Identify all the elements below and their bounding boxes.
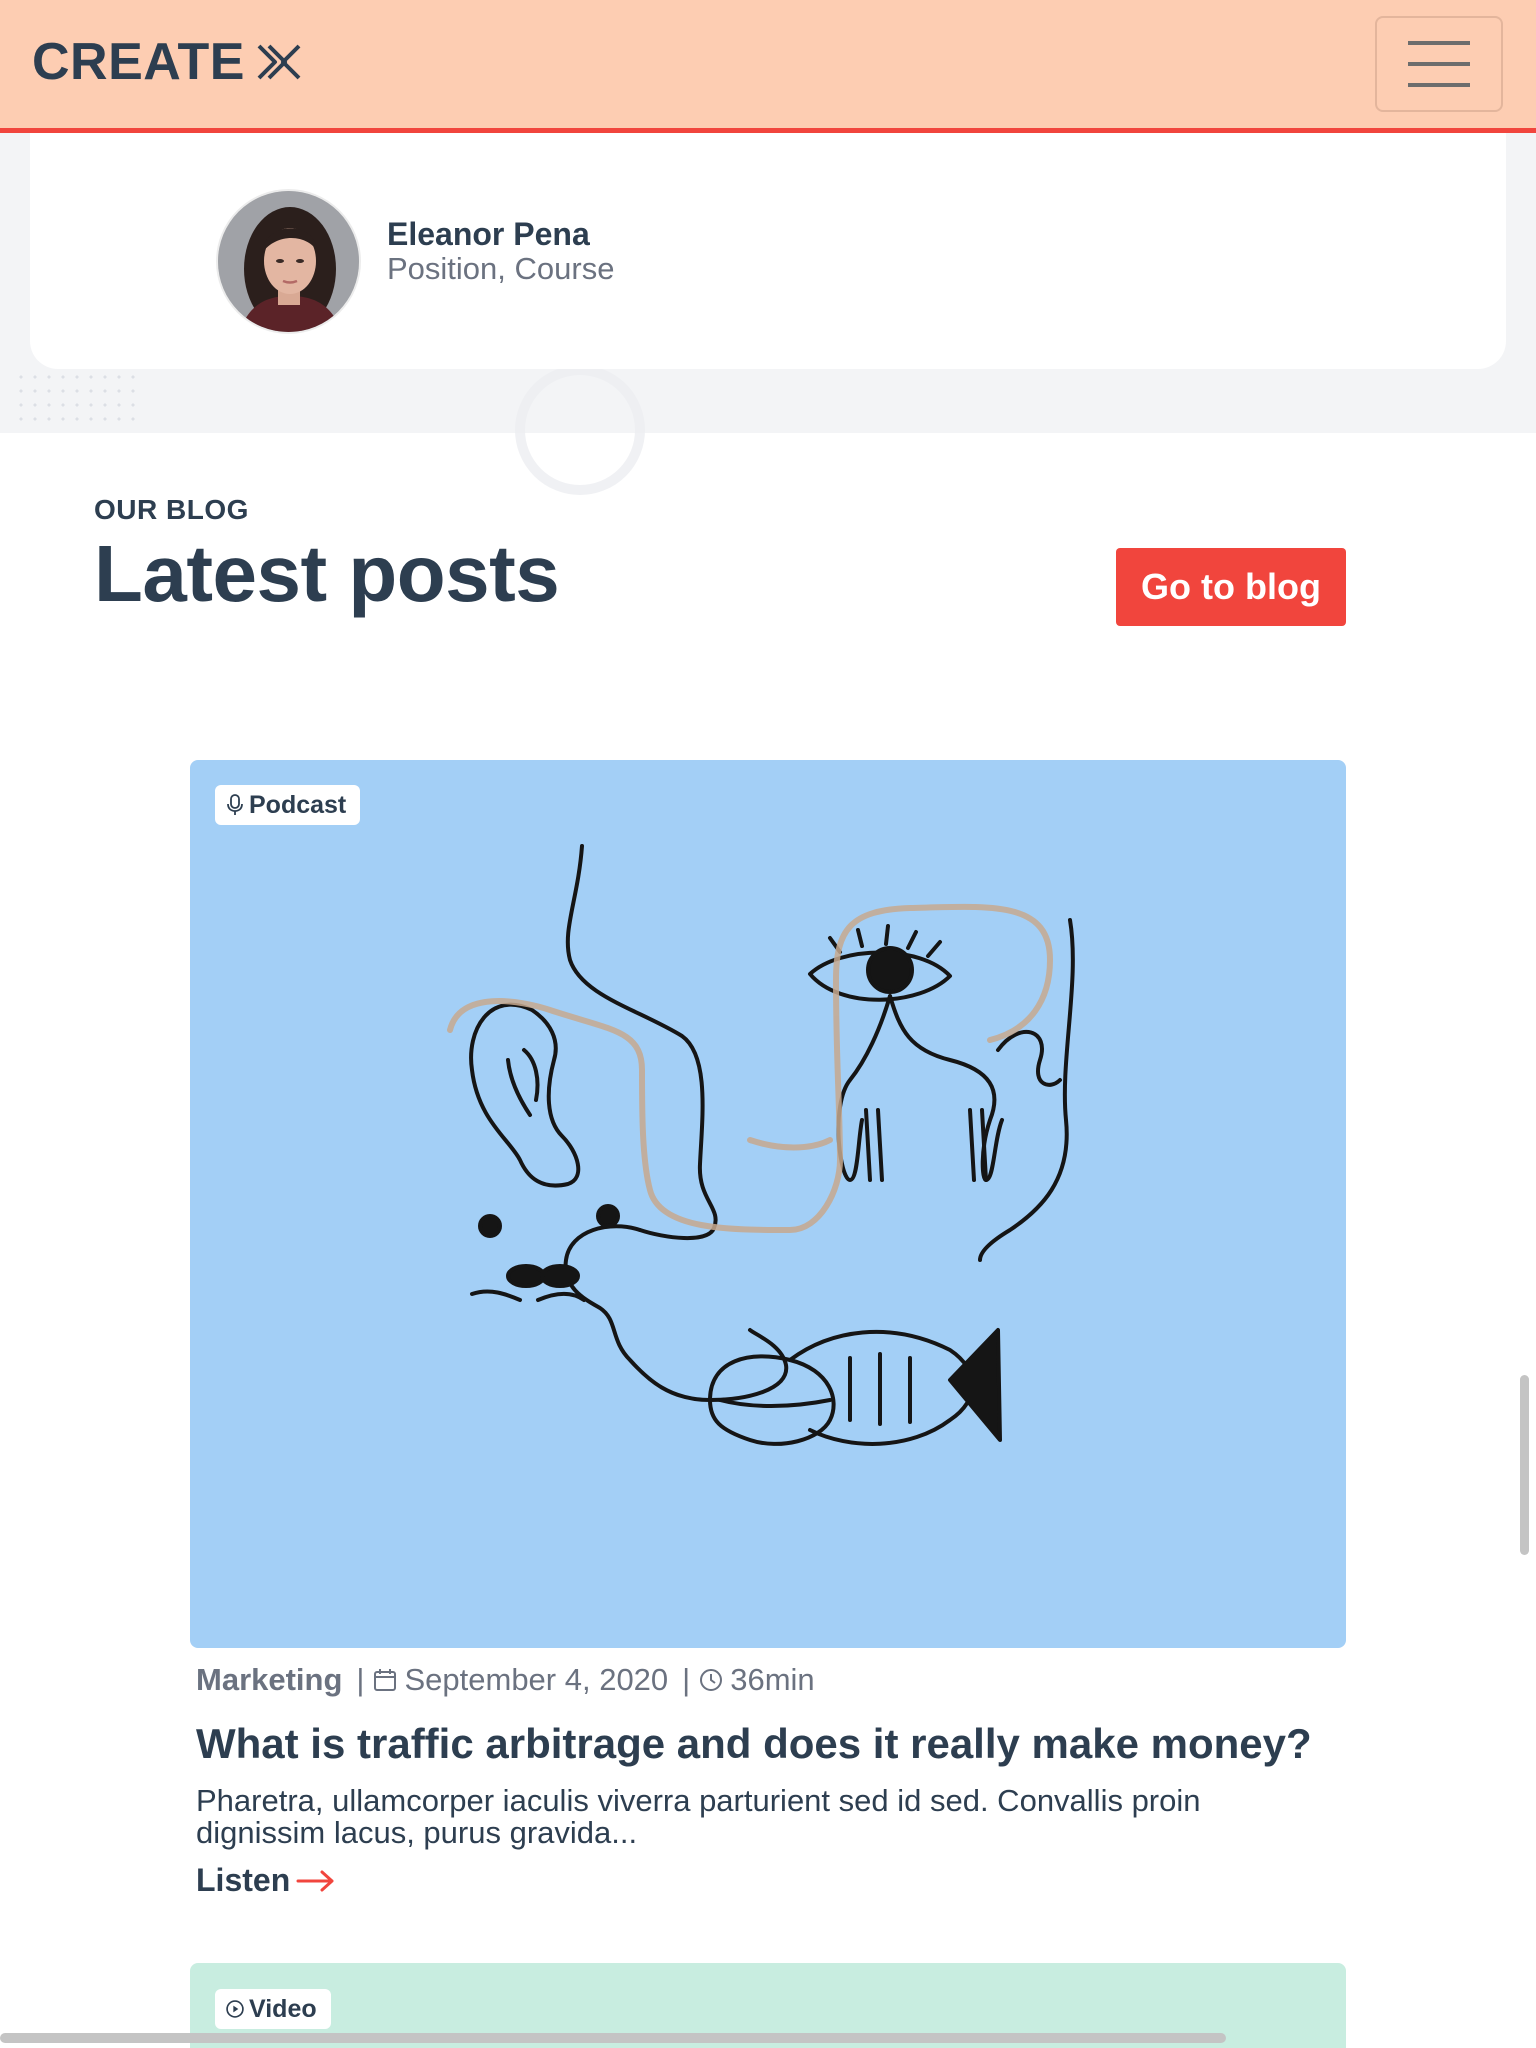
logo-mark-icon (257, 44, 301, 80)
logo-text: CREATE (32, 33, 245, 91)
section-eyebrow: OUR BLOG (94, 494, 249, 525)
meta-divider: | (682, 1662, 691, 1697)
avatar-portrait (218, 191, 359, 332)
post-meta: Marketing | September 4, 2020 | 36min (196, 1660, 815, 1700)
arrow-right-icon (296, 1870, 334, 1891)
decorative-circle (515, 365, 645, 495)
post-duration: 36min (730, 1662, 815, 1697)
post-tag-label: Video (249, 1994, 317, 2023)
menu-toggle-button[interactable] (1375, 16, 1503, 112)
post-date: September 4, 2020 (404, 1662, 669, 1697)
microphone-icon (227, 794, 243, 815)
horizontal-scrollbar[interactable] (0, 2033, 1226, 2043)
site-header: CREATE (0, 0, 1536, 133)
post-tag-label: Podcast (249, 790, 347, 819)
clock-icon (700, 1669, 723, 1691)
play-circle-icon (226, 2000, 244, 2018)
post-excerpt: Pharetra, ullamcorper iaculis viverra pa… (196, 1783, 1201, 1850)
section-title: Latest posts (94, 529, 560, 618)
post-tag: Podcast (215, 785, 361, 825)
site-logo[interactable]: CREATE (32, 30, 303, 94)
testimonial-author-name: Eleanor Pena (387, 216, 590, 252)
go-to-blog-button[interactable]: Go to blog (1116, 548, 1346, 626)
listen-link[interactable]: Listen (196, 1862, 336, 1899)
calendar-icon (374, 1669, 397, 1691)
hamburger-icon (1408, 41, 1470, 87)
vertical-scrollbar[interactable] (1520, 1375, 1529, 1555)
post-illustration (447, 844, 1075, 1446)
testimonial-author-position: Position, Course (387, 251, 615, 286)
post-tag: Video (215, 1989, 331, 2029)
listen-link-label: Listen (196, 1862, 291, 1898)
post-category[interactable]: Marketing (196, 1662, 342, 1698)
meta-divider: | (356, 1662, 365, 1697)
post-image[interactable]: Podcast (190, 760, 1346, 1648)
avatar (216, 189, 361, 334)
post-title[interactable]: What is traffic arbitrage and does it re… (196, 1720, 1312, 1768)
decorative-dots (14, 370, 138, 426)
